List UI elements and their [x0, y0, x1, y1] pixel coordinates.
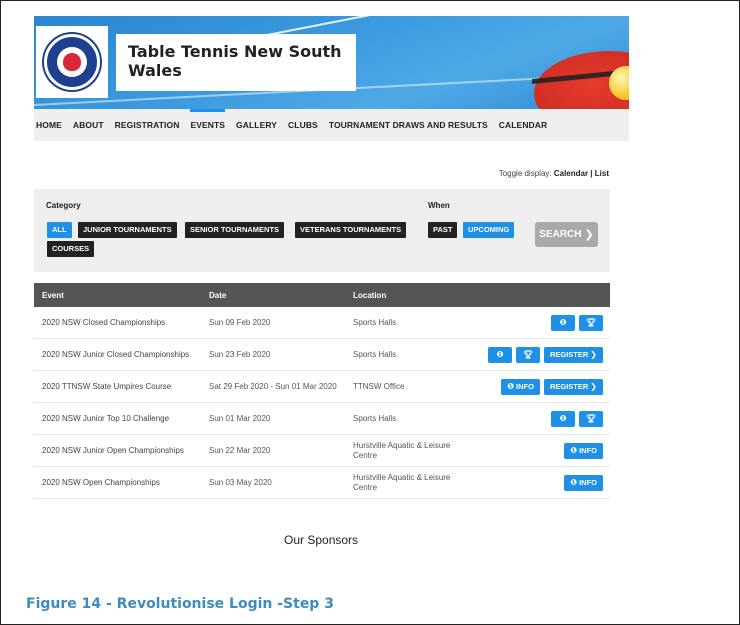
- table-header: Event Date Location: [34, 283, 610, 307]
- table-row: 2020 NSW Open Championships Sun 03 May 2…: [34, 467, 610, 499]
- table-row: 2020 NSW Closed Championships Sun 09 Feb…: [34, 307, 610, 339]
- info-button[interactable]: ❶ INFO: [564, 442, 603, 459]
- when-label: When: [428, 201, 450, 210]
- event-date: Sun 09 Feb 2020: [209, 318, 271, 327]
- toggle-list-link[interactable]: List: [595, 169, 609, 178]
- trophy-icon: 🏆︎: [522, 350, 534, 359]
- event-date: Sun 03 May 2020: [209, 478, 272, 487]
- category-veterans-chip[interactable]: VETERANS TOURNAMENTS: [295, 222, 407, 238]
- site-title[interactable]: Table Tennis New South Wales: [116, 34, 356, 91]
- info-button[interactable]: ❶ INFO: [501, 378, 540, 395]
- register-button[interactable]: REGISTER ❯: [543, 346, 603, 363]
- nav-item-tournament-draws[interactable]: TOURNAMENT DRAWS AND RESULTS: [329, 109, 488, 141]
- nav-item-about[interactable]: ABOUT: [73, 109, 104, 141]
- info-button[interactable]: ❶: [551, 410, 575, 427]
- nav-item-calendar[interactable]: CALENDAR: [499, 109, 548, 141]
- nav-item-events[interactable]: EVENTS: [190, 109, 225, 141]
- event-name[interactable]: 2020 NSW Junior Open Championships: [42, 446, 202, 456]
- column-header-event: Event: [42, 290, 64, 300]
- info-button[interactable]: ❶: [487, 346, 512, 363]
- toggle-display: Toggle display: Calendar | List: [499, 169, 609, 178]
- event-location: Sports Halls: [353, 349, 397, 359]
- chevron-right-icon: ❯: [590, 382, 597, 391]
- chevron-right-icon: ❯: [584, 229, 594, 241]
- event-location: Sports Halls: [353, 413, 397, 423]
- site-logo[interactable]: [36, 26, 108, 98]
- info-label: INFO: [516, 382, 534, 391]
- document-frame: Table Tennis New South Wales HOME ABOUT …: [0, 0, 740, 625]
- when-past-chip[interactable]: PAST: [428, 222, 458, 238]
- when-upcoming-chip[interactable]: UPCOMING: [463, 222, 515, 238]
- search-button[interactable]: SEARCH ❯: [535, 222, 598, 247]
- sponsors-heading: Our Sponsors: [284, 533, 359, 547]
- column-header-date: Date: [209, 290, 227, 300]
- toggle-calendar-link[interactable]: Calendar: [554, 169, 588, 178]
- nav-item-home[interactable]: HOME: [36, 109, 62, 141]
- trophy-icon: 🏆︎: [585, 318, 597, 327]
- filter-panel: Category When ALL JUNIOR TOURNAMENTS SEN…: [34, 189, 610, 272]
- info-label: INFO: [579, 478, 597, 487]
- site-title-line2: Wales: [128, 61, 182, 80]
- event-location: Sports Halls: [353, 317, 397, 327]
- event-date: Sun 22 Mar 2020: [209, 446, 271, 455]
- info-icon: ❶: [496, 350, 504, 359]
- event-date: Sun 01 Mar 2020: [209, 414, 271, 423]
- column-header-location: Location: [353, 290, 387, 300]
- category-junior-chip[interactable]: JUNIOR TOURNAMENTS: [78, 222, 177, 238]
- register-button[interactable]: REGISTER ❯: [543, 378, 603, 395]
- info-label: INFO: [579, 446, 597, 455]
- chevron-right-icon: ❯: [590, 350, 597, 359]
- category-label: Category: [46, 201, 81, 210]
- table-row: 2020 NSW Junior Open Championships Sun 2…: [34, 435, 610, 467]
- register-label: REGISTER: [549, 350, 589, 359]
- category-senior-chip[interactable]: SENIOR TOURNAMENTS: [185, 222, 285, 238]
- info-icon: ❶: [570, 446, 578, 455]
- event-location: TTNSW Office: [353, 381, 405, 391]
- info-icon: ❶: [570, 478, 578, 487]
- nav-item-registration[interactable]: REGISTRATION: [115, 109, 180, 141]
- nav-item-gallery[interactable]: GALLERY: [236, 109, 277, 141]
- table-row: 2020 TTNSW State Umpires Course Sat 29 F…: [34, 371, 610, 403]
- results-button[interactable]: 🏆︎: [579, 410, 603, 427]
- event-date: Sat 29 Feb 2020 - Sun 01 Mar 2020: [209, 382, 337, 391]
- trophy-icon: 🏆︎: [585, 414, 597, 423]
- search-button-label: SEARCH: [539, 229, 582, 240]
- info-icon: ❶: [559, 318, 567, 327]
- results-button[interactable]: 🏆︎: [515, 346, 540, 363]
- info-icon: ❶: [507, 382, 515, 391]
- event-name[interactable]: 2020 NSW Closed Championships: [42, 318, 202, 328]
- event-name[interactable]: 2020 NSW Junior Top 10 Challenge: [42, 414, 202, 424]
- table-row: 2020 NSW Junior Top 10 Challenge Sun 01 …: [34, 403, 610, 435]
- info-button[interactable]: ❶: [551, 314, 575, 331]
- toggle-separator: |: [588, 169, 595, 178]
- site-title-line1: Table Tennis New South: [128, 42, 342, 61]
- table-row: 2020 NSW Junior Closed Championships Sun…: [34, 339, 610, 371]
- event-name[interactable]: 2020 TTNSW State Umpires Course: [42, 382, 202, 392]
- events-table: Event Date Location 2020 NSW Closed Cham…: [34, 283, 610, 499]
- event-name[interactable]: 2020 NSW Open Championships: [42, 478, 202, 488]
- register-label: REGISTER: [549, 382, 589, 391]
- category-all-chip[interactable]: ALL: [47, 222, 72, 238]
- event-location: Hurstville Aquatic & Leisure Centre: [353, 472, 451, 492]
- nav-item-clubs[interactable]: CLUBS: [288, 109, 318, 141]
- category-courses-chip[interactable]: COURSES: [47, 241, 95, 257]
- event-name[interactable]: 2020 NSW Junior Closed Championships: [42, 350, 202, 360]
- results-button[interactable]: 🏆︎: [579, 314, 603, 331]
- info-icon: ❶: [559, 414, 567, 423]
- main-nav: HOME ABOUT REGISTRATION EVENTS GALLERY C…: [34, 109, 629, 141]
- info-button[interactable]: ❶ INFO: [564, 474, 603, 491]
- logo-emblem-icon: [44, 34, 100, 90]
- toggle-prefix: Toggle display:: [498, 169, 554, 178]
- event-date: Sun 23 Feb 2020: [209, 350, 271, 359]
- figure-caption: Figure 14 - Revolutionise Login -Step 3: [26, 596, 334, 612]
- event-location: Hurstville Aquatic & Leisure Centre: [353, 440, 451, 460]
